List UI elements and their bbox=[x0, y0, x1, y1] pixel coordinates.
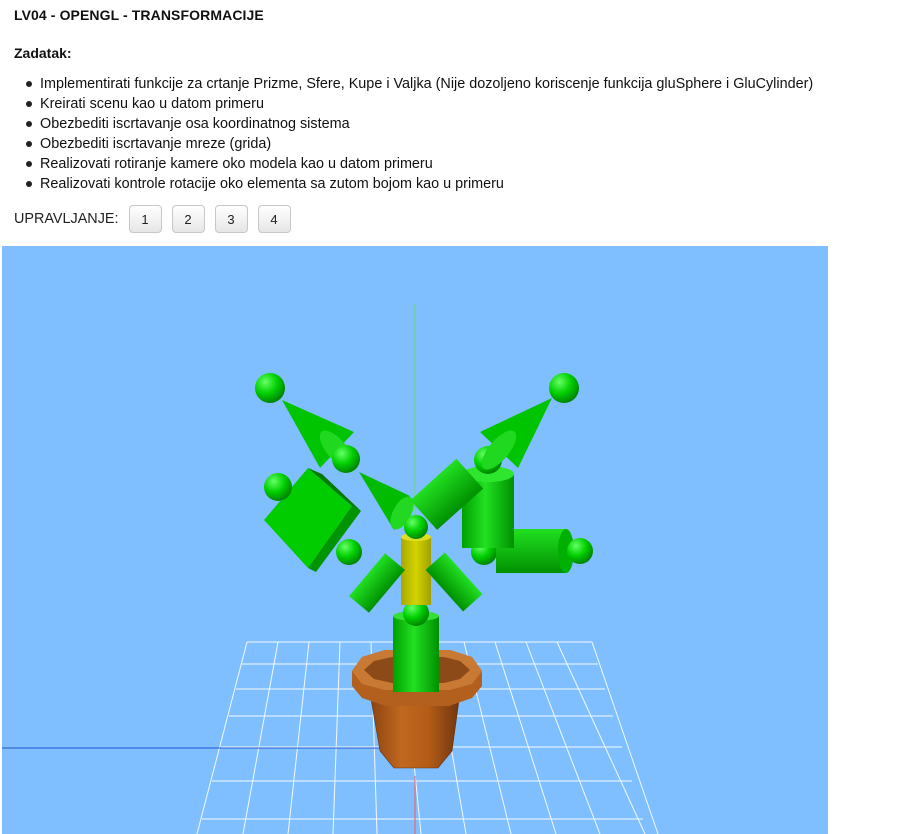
task-heading: Zadatak: bbox=[14, 45, 72, 61]
task-item: Implementirati funkcije za crtanje Prizm… bbox=[14, 74, 813, 94]
task-list: Implementirati funkcije za crtanje Prizm… bbox=[14, 74, 813, 194]
sphere-top-left bbox=[255, 373, 285, 403]
sphere-left-joint bbox=[336, 539, 362, 565]
opengl-canvas[interactable] bbox=[2, 246, 828, 834]
controls-label: UPRAVLJANJE: bbox=[14, 211, 119, 227]
task-item: Obezbediti iscrtavanje mreze (grida) bbox=[14, 134, 813, 154]
scene-svg bbox=[2, 304, 659, 834]
yellow-cylinder bbox=[401, 533, 431, 605]
sphere-center-joint bbox=[404, 515, 428, 539]
controls-bar: UPRAVLJANJE: 1 2 3 4 bbox=[14, 204, 301, 234]
sphere-right-end bbox=[567, 538, 593, 564]
task-item: Realizovati kontrole rotacije oko elemen… bbox=[14, 174, 813, 194]
task-item: Kreirati scenu kao u datom primeru bbox=[14, 94, 813, 114]
sphere-top-right bbox=[549, 373, 579, 403]
task-item: Realizovati rotiranje kamere oko modela … bbox=[14, 154, 813, 174]
left-branch-cylinder bbox=[349, 553, 405, 613]
upper-right-cone bbox=[480, 398, 552, 470]
control-button-4[interactable]: 4 bbox=[257, 205, 291, 233]
control-button-2[interactable]: 2 bbox=[171, 205, 205, 233]
control-button-3[interactable]: 3 bbox=[214, 205, 248, 233]
task-item: Obezbediti iscrtavanje osa koordinatnog … bbox=[14, 114, 813, 134]
sphere-cube-top bbox=[264, 473, 292, 501]
sphere-upper-left-joint bbox=[332, 445, 360, 473]
right-branch-cylinder bbox=[425, 552, 483, 612]
control-button-1[interactable]: 1 bbox=[128, 205, 162, 233]
page-title: LV04 - OPENGL - TRANSFORMACIJE bbox=[14, 7, 264, 23]
